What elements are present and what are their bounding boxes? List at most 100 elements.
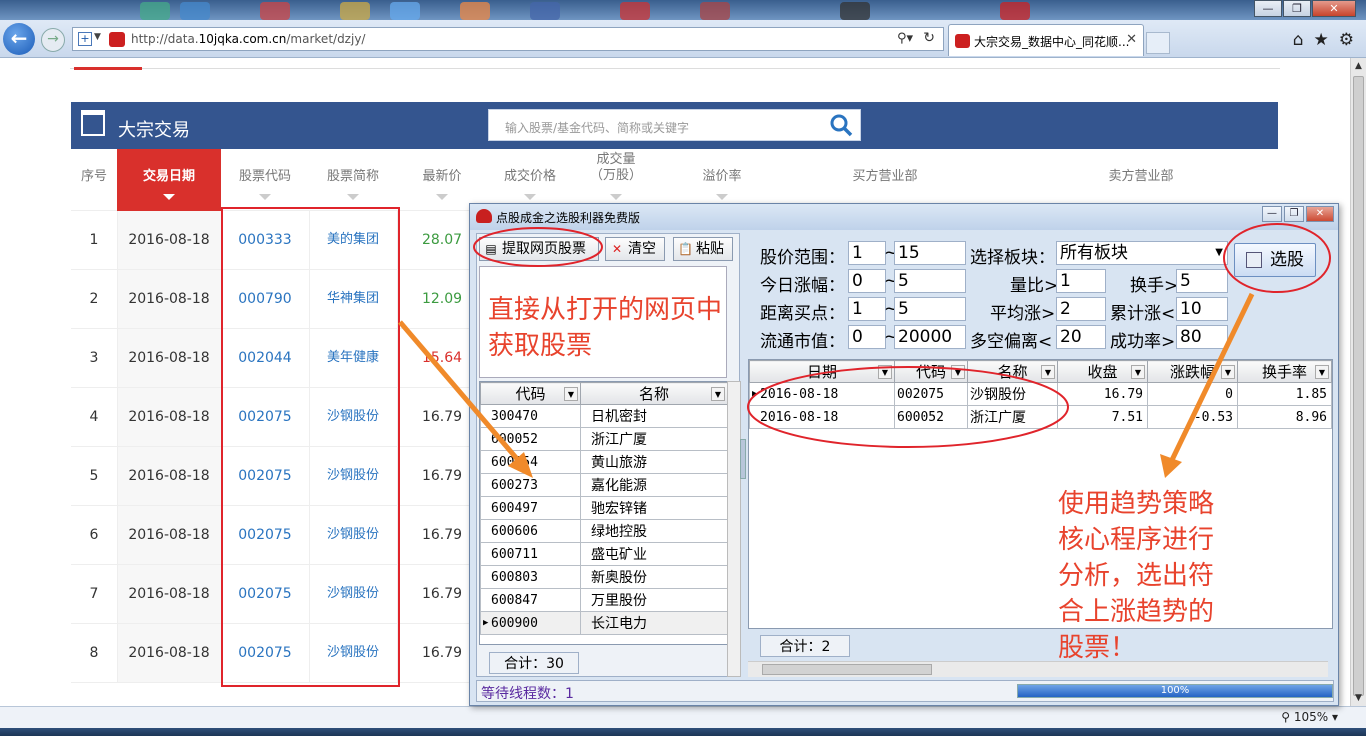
taskbar-thumb[interactable] xyxy=(840,2,870,20)
table-row[interactable]: 2016-08-18 600052 浙江广厦 7.51 -0.53 8.96 xyxy=(749,405,1332,429)
avg-rise-input[interactable]: 2 xyxy=(1056,297,1106,321)
col-header-code[interactable]: 代码 ▼ xyxy=(894,360,968,383)
fetch-webpage-stocks-button[interactable]: ▤ 提取网页股票 xyxy=(479,237,599,261)
scroll-down-icon[interactable]: ▼ xyxy=(1351,690,1366,706)
table-row[interactable]: 600606 绿地控股 xyxy=(480,519,728,543)
table-row[interactable]: ▶ 2016-08-18 002075 沙钢股份 16.79 0 1.85 xyxy=(749,382,1332,406)
dropdown-icon[interactable]: ▼ xyxy=(1131,365,1145,379)
dropdown-icon[interactable]: ▼ xyxy=(1221,365,1235,379)
taskbar-thumb[interactable] xyxy=(1000,2,1030,20)
paste-button[interactable]: 📋 粘贴 xyxy=(673,237,733,261)
col-premium[interactable]: 溢价率 xyxy=(659,149,785,211)
col-name[interactable]: 股票简称 xyxy=(309,149,397,211)
table-row[interactable]: 600847 万里股份 xyxy=(480,588,728,612)
search-icon[interactable] xyxy=(828,112,854,138)
price-min-input[interactable]: 1 xyxy=(848,241,886,265)
result-hscroll[interactable] xyxy=(748,661,1328,677)
new-tab-button[interactable] xyxy=(1146,32,1170,54)
favorites-star-icon[interactable]: ★ xyxy=(1314,30,1329,50)
app-minimize-button[interactable]: — xyxy=(1262,206,1282,222)
refresh-icon[interactable]: ↻ xyxy=(923,30,935,46)
maximize-button[interactable]: ❐ xyxy=(1283,0,1311,17)
clear-button[interactable]: ✕ 清空 xyxy=(605,237,665,261)
price-max-input[interactable]: 15 xyxy=(894,241,966,265)
splitter-handle[interactable] xyxy=(740,439,746,479)
dropdown-icon[interactable]: ▼ xyxy=(1315,365,1329,379)
success-rate-input[interactable]: 80 xyxy=(1176,325,1228,349)
scroll-thumb[interactable] xyxy=(1353,76,1364,696)
chevron-down-icon[interactable]: ▼ xyxy=(94,32,101,42)
taskbar-thumb[interactable] xyxy=(180,2,210,20)
dropdown-icon[interactable]: ▼ xyxy=(1041,365,1055,379)
col-seller: 卖方营业部 xyxy=(1108,169,1174,184)
app-titlebar: 点股成金之选股利器免费版 — ❐ ✕ xyxy=(470,204,1338,230)
taskbar-thumb[interactable] xyxy=(460,2,490,20)
table-row[interactable]: 600054 黄山旅游 xyxy=(480,450,728,474)
taskbar-thumb[interactable] xyxy=(530,2,560,20)
col-trade-price[interactable]: 成交价格 xyxy=(487,149,573,211)
table-row[interactable]: 600497 驰宏锌锗 xyxy=(480,496,728,520)
col-date[interactable]: 交易日期 xyxy=(117,149,221,211)
hscroll-thumb[interactable] xyxy=(762,664,932,675)
settings-gear-icon[interactable]: ⚙ xyxy=(1339,30,1354,50)
taskbar-thumb[interactable] xyxy=(140,2,170,20)
col-header-turnover[interactable]: 换手率 ▼ xyxy=(1237,360,1332,383)
criteria-panel: 股价范围： 1 ~ 15 选择板块： 所有板块 ▼ 今日涨幅： 0 ~ 5 量比>… xyxy=(748,233,1333,353)
buy-max-input[interactable]: 5 xyxy=(894,297,966,321)
table-row[interactable]: 600052 浙江广厦 xyxy=(480,427,728,451)
col-volume[interactable]: 成交量 （万股） xyxy=(573,149,659,211)
col-last-price[interactable]: 最新价 xyxy=(397,149,487,211)
turnover-input[interactable]: 5 xyxy=(1176,269,1228,293)
col-header-name[interactable]: 名称 ▼ xyxy=(967,360,1058,383)
taskbar-thumb[interactable] xyxy=(260,2,290,20)
cap-max-input[interactable]: 20000 xyxy=(894,325,966,349)
dropdown-icon[interactable]: ▼ xyxy=(711,387,725,401)
page-icon[interactable]: + xyxy=(78,32,92,46)
address-bar[interactable]: + ▼ http://data.10jqka.com.cn/market/dzj… xyxy=(72,27,944,51)
zoom-level[interactable]: ⚲ 105% ▾ xyxy=(1281,710,1338,724)
taskbar-thumb[interactable] xyxy=(700,2,730,20)
page-scrollbar[interactable]: ▲ ▼ xyxy=(1350,58,1366,706)
dropdown-icon[interactable]: ▼ xyxy=(564,387,578,401)
sector-select[interactable]: 所有板块 ▼ xyxy=(1056,241,1228,265)
dropdown-icon[interactable]: ▼ xyxy=(951,365,965,379)
col-header-date[interactable]: 日期 ▼ xyxy=(749,360,895,383)
browser-tab[interactable]: 大宗交易_数据中心_同花顺... ✕ xyxy=(948,24,1144,56)
today-min-input[interactable]: 0 xyxy=(848,269,886,293)
select-stocks-button[interactable]: 选股 xyxy=(1234,243,1316,277)
forward-button[interactable]: → xyxy=(41,28,65,52)
col-header-code[interactable]: 代码 ▼ xyxy=(480,382,581,405)
table-row[interactable]: 600711 盛屯矿业 xyxy=(480,542,728,566)
table-row[interactable]: 300470 日机密封 xyxy=(480,404,728,428)
left-grid-vscroll[interactable] xyxy=(727,381,741,677)
taskbar-thumb[interactable] xyxy=(340,2,370,20)
search-icon[interactable]: ⚲▾ xyxy=(897,31,913,46)
bias-input[interactable]: 20 xyxy=(1056,325,1106,349)
col-header-change[interactable]: 涨跌幅 ▼ xyxy=(1147,360,1238,383)
buy-min-input[interactable]: 1 xyxy=(848,297,886,321)
table-row[interactable]: 600273 嘉化能源 xyxy=(480,473,728,497)
col-header-name[interactable]: 名称 ▼ xyxy=(580,382,728,405)
tab-close-icon[interactable]: ✕ xyxy=(1126,32,1137,47)
cum-rise-input[interactable]: 10 xyxy=(1176,297,1228,321)
table-row[interactable]: 600803 新奥股份 xyxy=(480,565,728,589)
taskbar-thumb[interactable] xyxy=(620,2,650,20)
col-code[interactable]: 股票代码 xyxy=(221,149,309,211)
today-max-input[interactable]: 5 xyxy=(894,269,966,293)
col-header-close[interactable]: 收盘 ▼ xyxy=(1057,360,1148,383)
close-button[interactable]: ✕ xyxy=(1312,0,1356,17)
scroll-up-icon[interactable]: ▲ xyxy=(1351,58,1366,74)
url-text[interactable]: http://data.10jqka.com.cn/market/dzjy/ xyxy=(131,32,365,46)
back-button[interactable]: ← xyxy=(3,23,35,55)
app-close-button[interactable]: ✕ xyxy=(1306,206,1334,222)
search-input[interactable]: 输入股票/基金代码、简称或关键字 xyxy=(488,109,861,141)
dropdown-icon[interactable]: ▼ xyxy=(878,365,892,379)
row-date: 2016-08-18 xyxy=(117,447,221,505)
home-icon[interactable]: ⌂ xyxy=(1293,30,1304,50)
taskbar-thumb[interactable] xyxy=(390,2,420,20)
cap-min-input[interactable]: 0 xyxy=(848,325,886,349)
app-maximize-button[interactable]: ❐ xyxy=(1284,206,1304,222)
table-row-selected[interactable]: ▶ 600900 长江电力 xyxy=(480,611,728,635)
minimize-button[interactable]: — xyxy=(1254,0,1282,17)
vol-ratio-input[interactable]: 1 xyxy=(1056,269,1106,293)
